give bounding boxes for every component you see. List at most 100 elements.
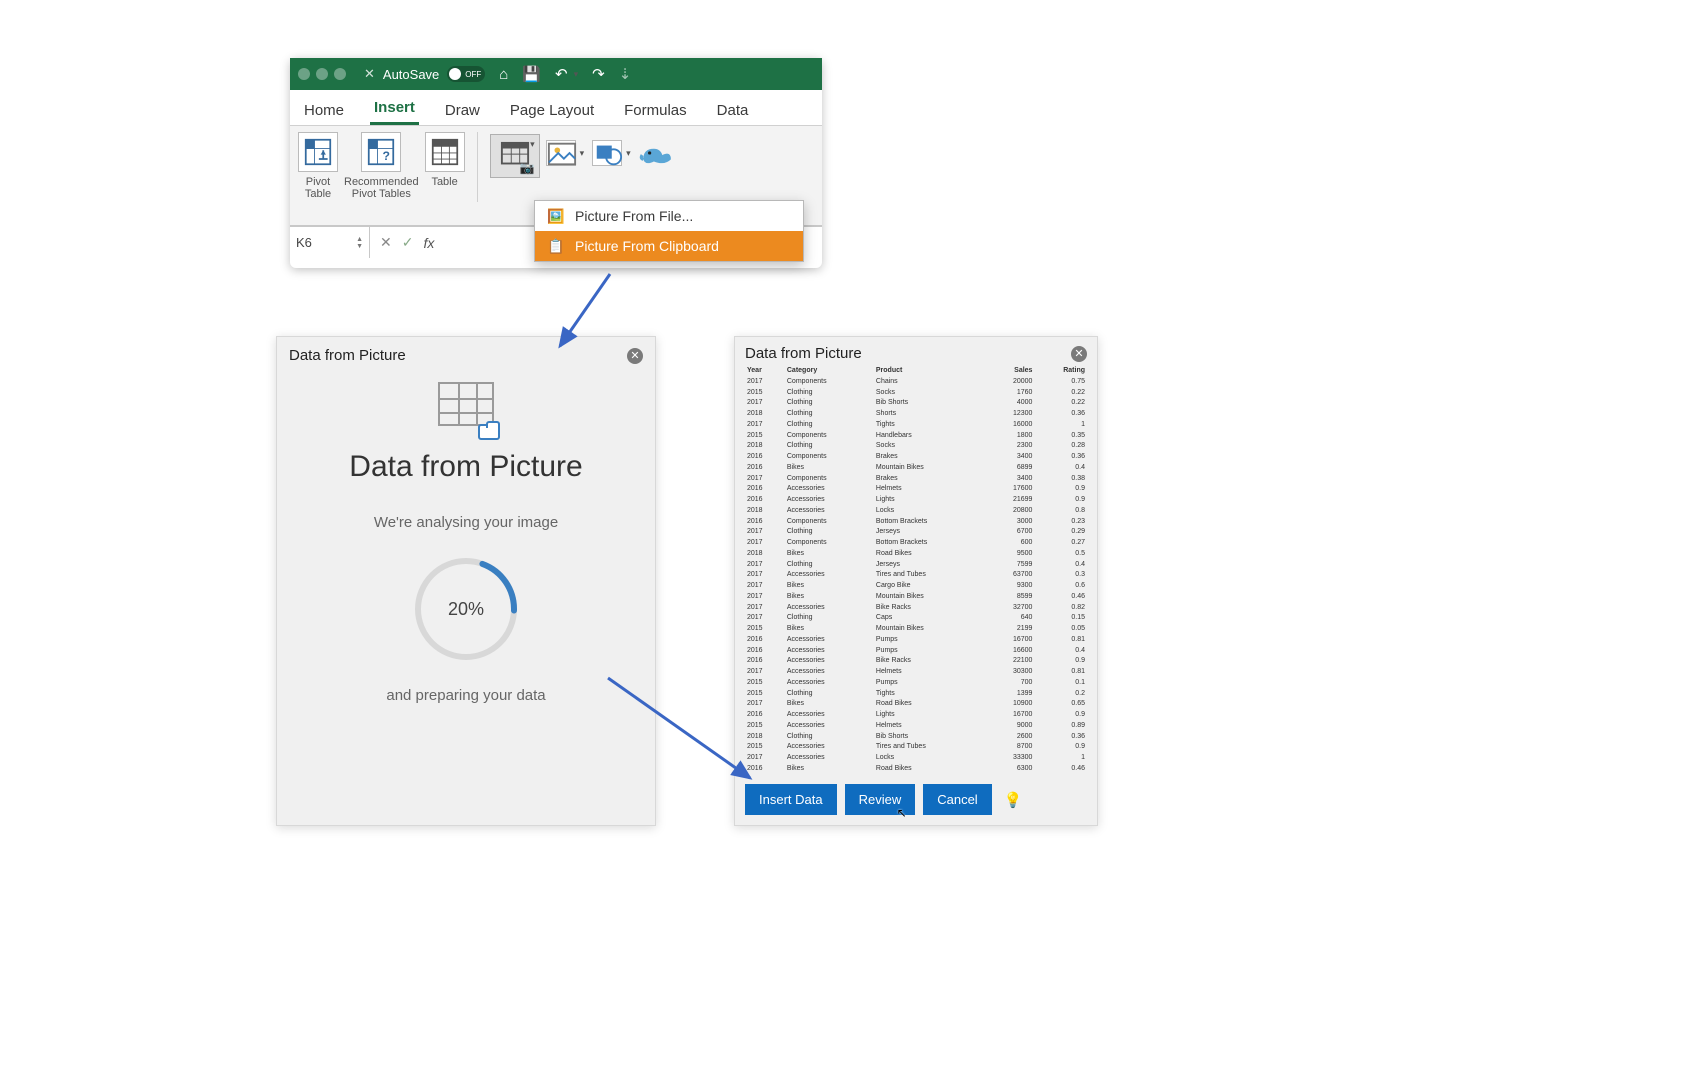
table-icon: [425, 132, 465, 172]
lightbulb-icon[interactable]: 💡: [1004, 791, 1023, 809]
table-row[interactable]: 2015AccessoriesTires and Tubes87000.9: [745, 742, 1087, 753]
recommended-pivot-button[interactable]: ? Recommended Pivot Tables: [344, 132, 419, 200]
table-row[interactable]: 2016AccessoriesHelmets176000.9: [745, 484, 1087, 495]
accept-formula-icon[interactable]: ✓: [402, 234, 414, 251]
pivot-table-button[interactable]: Pivot Table: [298, 132, 338, 200]
table-row[interactable]: 2017ClothingCaps6400.15: [745, 613, 1087, 624]
qat-overflow-icon[interactable]: ⇣: [619, 65, 632, 83]
tab-home[interactable]: Home: [300, 94, 348, 125]
autosave-label: AutoSave: [383, 67, 439, 82]
table-row[interactable]: 2017AccessoriesLocks333001: [745, 753, 1087, 764]
home-icon[interactable]: ⌂: [499, 66, 508, 83]
excel-ribbon-window: ✕ AutoSave OFF ⌂ 💾 ↶ ▾ ↷ ⇣ Home Insert D…: [290, 58, 822, 268]
table-row[interactable]: 2016ComponentsBottom Brackets30000.23: [745, 517, 1087, 528]
titlebar: ✕ AutoSave OFF ⌂ 💾 ↶ ▾ ↷ ⇣: [290, 58, 822, 90]
redo-icon[interactable]: ↷: [592, 65, 605, 83]
table-row[interactable]: 2017AccessoriesHelmets303000.81: [745, 667, 1087, 678]
col-header: Rating: [1034, 366, 1087, 377]
tab-insert[interactable]: Insert: [370, 91, 419, 125]
window-traffic-lights[interactable]: [298, 68, 346, 80]
table-row[interactable]: 2016BikesMountain Bikes68990.4: [745, 463, 1087, 474]
recognized-data-table: YearCategoryProductSalesRating 2017Compo…: [745, 366, 1087, 776]
table-row[interactable]: 2018ClothingShorts123000.36: [745, 409, 1087, 420]
table-row[interactable]: 2018BikesRoad Bikes95000.5: [745, 549, 1087, 560]
table-row[interactable]: 2017AccessoriesBike Racks327000.82: [745, 603, 1087, 614]
table-row[interactable]: 2017ClothingJerseys75990.4: [745, 560, 1087, 571]
recommended-pivot-icon: ?: [361, 132, 401, 172]
data-from-picture-progress-pane: Data from Picture ✕ Data from Picture We…: [276, 336, 656, 826]
autosave-toggle[interactable]: OFF: [447, 66, 485, 82]
close-icon[interactable]: ✕: [364, 66, 375, 82]
cancel-button[interactable]: Cancel: [923, 784, 991, 815]
table-row[interactable]: 2018ClothingBib Shorts26000.36: [745, 732, 1087, 743]
table-row[interactable]: 2017ClothingBib Shorts40000.22: [745, 398, 1087, 409]
table-row[interactable]: 2017BikesMountain Bikes85990.46: [745, 592, 1087, 603]
progress-percent: 20%: [406, 549, 526, 669]
namebox-up-icon[interactable]: ▲: [356, 236, 363, 243]
fx-label[interactable]: fx: [423, 235, 434, 251]
tab-draw[interactable]: Draw: [441, 94, 484, 125]
table-row[interactable]: 2015AccessoriesHelmets90000.89: [745, 721, 1087, 732]
pane-title: Data from Picture: [289, 347, 406, 364]
table-row[interactable]: 2015ComponentsHandlebars18000.35: [745, 431, 1087, 442]
menu-picture-from-file[interactable]: 🖼️ Picture From File...: [535, 201, 803, 231]
table-row[interactable]: 2017ClothingJerseys67000.29: [745, 527, 1087, 538]
table-row[interactable]: 2016AccessoriesLights167000.9: [745, 710, 1087, 721]
pane-title: Data from Picture: [745, 345, 862, 362]
table-row[interactable]: 2017AccessoriesTires and Tubes637000.3: [745, 570, 1087, 581]
table-row[interactable]: 2017ClothingTights160001: [745, 420, 1087, 431]
table-row[interactable]: 2017BikesCargo Bike93000.6: [745, 581, 1087, 592]
picture-dropdown-button[interactable]: 📷 ▾: [490, 134, 540, 178]
window-zoom-dot[interactable]: [334, 68, 346, 80]
clipboard-icon: 📋: [547, 237, 565, 255]
col-header: Sales: [987, 366, 1035, 377]
namebox-down-icon[interactable]: ▼: [356, 243, 363, 250]
table-button[interactable]: Table: [425, 132, 465, 188]
undo-icon[interactable]: ↶: [555, 65, 568, 83]
table-row[interactable]: 2015ClothingSocks17600.22: [745, 388, 1087, 399]
table-row[interactable]: 2018AccessoriesLocks208000.8: [745, 506, 1087, 517]
table-row[interactable]: 2018ClothingSocks23000.28: [745, 441, 1087, 452]
table-row[interactable]: 2016AccessoriesPumps166000.4: [745, 646, 1087, 657]
dfp-subtext-2: and preparing your data: [289, 687, 643, 704]
table-row[interactable]: 2017ComponentsBottom Brackets6000.27: [745, 538, 1087, 549]
table-row[interactable]: 2018ComponentsWheels167000.75: [745, 775, 1087, 777]
name-box[interactable]: K6 ▲ ▼: [290, 227, 370, 258]
shapes-button[interactable]: ▾: [592, 140, 631, 166]
cancel-formula-icon[interactable]: ✕: [380, 234, 392, 251]
pictures-button[interactable]: ▾: [546, 140, 585, 166]
flow-arrow-1: [540, 268, 640, 368]
tab-data[interactable]: Data: [713, 94, 753, 125]
table-row[interactable]: 2015ClothingTights13990.2: [745, 689, 1087, 700]
icons-button[interactable]: [639, 140, 669, 166]
camera-badge-icon: 📷: [520, 161, 535, 175]
table-row[interactable]: 2016ComponentsBrakes34000.36: [745, 452, 1087, 463]
table-row[interactable]: 2015BikesMountain Bikes21990.05: [745, 624, 1087, 635]
cursor-icon: ↖: [897, 806, 907, 820]
tab-page-layout[interactable]: Page Layout: [506, 94, 598, 125]
undo-caret-icon[interactable]: ▾: [574, 69, 579, 80]
pivot-table-icon: [298, 132, 338, 172]
table-row[interactable]: 2016BikesRoad Bikes63000.46: [745, 764, 1087, 775]
table-row[interactable]: 2017BikesRoad Bikes109000.65: [745, 699, 1087, 710]
data-from-picture-icon: [436, 382, 496, 434]
dfp-heading: Data from Picture: [289, 450, 643, 484]
window-close-dot[interactable]: [298, 68, 310, 80]
review-button[interactable]: Review ↖: [845, 784, 916, 815]
table-row[interactable]: 2016AccessoriesLights216990.9: [745, 495, 1087, 506]
dfp-subtext-1: We're analysing your image: [289, 514, 643, 531]
table-row[interactable]: 2017ComponentsBrakes34000.38: [745, 474, 1087, 485]
ribbon-tabs: Home Insert Draw Page Layout Formulas Da…: [290, 90, 822, 126]
tab-formulas[interactable]: Formulas: [620, 94, 691, 125]
close-icon[interactable]: ✕: [1071, 346, 1087, 362]
window-min-dot[interactable]: [316, 68, 328, 80]
menu-picture-from-clipboard[interactable]: 📋 Picture From Clipboard: [535, 231, 803, 261]
progress-ring: 20%: [406, 549, 526, 669]
table-row[interactable]: 2017ComponentsChains200000.75: [745, 377, 1087, 388]
table-row[interactable]: 2015AccessoriesPumps7000.1: [745, 678, 1087, 689]
table-row[interactable]: 2016AccessoriesBike Racks221000.9: [745, 656, 1087, 667]
table-row[interactable]: 2016AccessoriesPumps167000.81: [745, 635, 1087, 646]
save-icon[interactable]: 💾: [522, 65, 541, 83]
ribbon-divider: [477, 132, 478, 202]
col-header: Product: [874, 366, 987, 377]
